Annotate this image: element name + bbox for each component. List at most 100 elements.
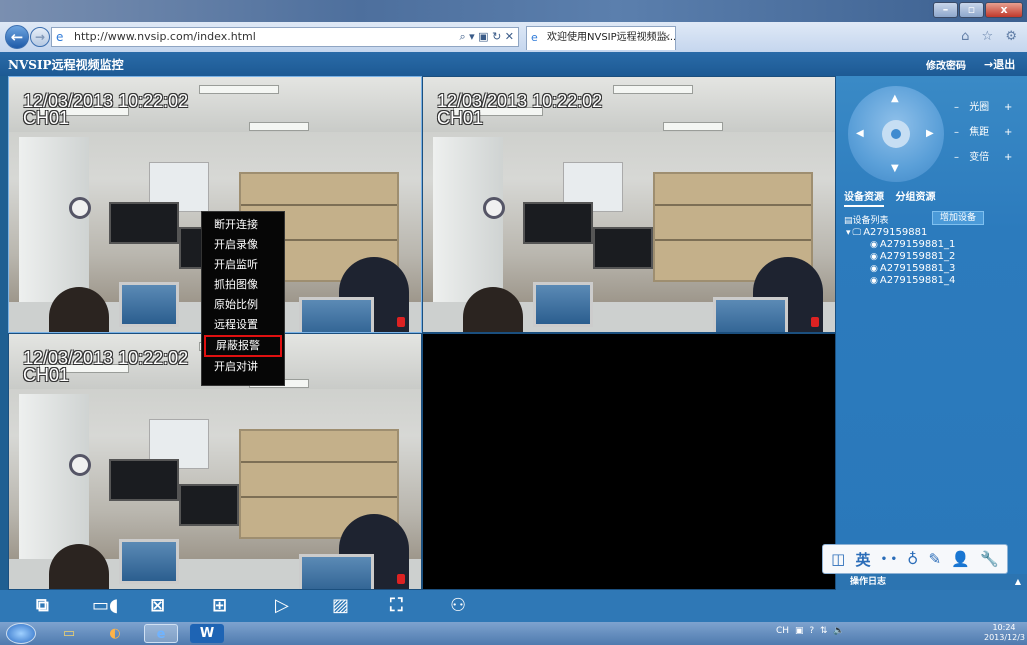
close-window-button[interactable]: x — [985, 2, 1023, 18]
tab-close-icon[interactable]: × — [663, 27, 671, 49]
logout-icon: → — [984, 58, 994, 71]
zoom-minus-button[interactable]: – — [954, 152, 966, 163]
logout-label: 退出 — [993, 58, 1016, 71]
minimize-button[interactable]: – — [933, 2, 958, 18]
system-clock[interactable]: 10:24 2013/12/3 — [984, 623, 1025, 643]
menu-item-start-listening[interactable]: 开启监听 — [202, 255, 284, 275]
layout-icon[interactable]: ⊞ — [212, 595, 227, 617]
screenshot-icon[interactable]: ◫ — [831, 550, 845, 568]
forward-button[interactable]: → — [30, 27, 50, 47]
device-name: A279159881 — [863, 227, 928, 238]
tab-device-resources[interactable]: 设备资源 — [844, 192, 884, 207]
user-icon[interactable]: 👤 — [951, 550, 970, 568]
maximize-button[interactable]: ▫ — [959, 2, 984, 18]
group-icon[interactable]: ⚇ — [450, 595, 466, 617]
dots-icon[interactable]: • • — [881, 554, 897, 565]
channel-name: A279159881_2 — [879, 251, 956, 262]
app-header: NVSIP远程视频监控 修改密码 →退出 — [0, 52, 1027, 76]
ptz-zoom-row: – 变倍 + — [954, 148, 1012, 163]
mic-icon[interactable]: ♁ — [907, 550, 918, 568]
tree-channel-node[interactable]: ◉ A279159881_3 — [846, 263, 955, 275]
fullscreen-icon[interactable]: ⛶ — [390, 595, 403, 617]
expand-up-icon[interactable]: ▲ — [1015, 574, 1021, 590]
wrench-icon[interactable]: 🔧 — [980, 550, 999, 568]
ptz-right-arrow-icon[interactable]: ▶ — [926, 129, 934, 139]
back-button[interactable]: ← — [5, 25, 29, 49]
focus-plus-button[interactable]: + — [1000, 127, 1012, 138]
tree-channel-node[interactable]: ◉ A279159881_4 — [846, 275, 955, 287]
menu-item-start-intercom[interactable]: 开启对讲 — [202, 357, 284, 377]
address-bar[interactable]: e http://www.nvsip.com/index.html ⌕ ▾ ▣ … — [51, 27, 519, 47]
tray-icon[interactable]: ▣ — [795, 626, 804, 636]
video-osd: 12/03/2013 10:22:02 CH01 — [437, 92, 602, 127]
zoom-plus-button[interactable]: + — [1000, 152, 1012, 163]
menu-item-snapshot[interactable]: 抓拍图像 — [202, 275, 284, 295]
floating-toolbox: ◫ 英 • • ♁ ✎ 👤 🔧 — [822, 544, 1008, 574]
app-taskbar-icon[interactable]: W — [190, 624, 224, 643]
video-cell-4[interactable] — [422, 333, 836, 590]
start-button[interactable] — [6, 623, 36, 644]
ptz-down-arrow-icon[interactable]: ▼ — [891, 164, 899, 174]
network-tray-icon[interactable]: ⇅ — [820, 626, 828, 636]
device-icon: 🖵 — [852, 228, 862, 238]
image-icon[interactable]: ▨ — [332, 595, 349, 617]
operation-log-label: 操作日志 — [850, 577, 887, 587]
folder-icon[interactable]: ▭ — [52, 624, 86, 643]
tree-channel-node[interactable]: ◉ A279159881_1 — [846, 239, 955, 251]
collapse-icon[interactable]: ▾ — [846, 228, 851, 239]
resource-tabs: 设备资源 分组资源 — [844, 188, 943, 207]
camera-icon: ◉ — [870, 240, 878, 250]
ptz-focus-row: – 焦距 + — [954, 123, 1012, 138]
ime-icon[interactable]: 英 — [856, 549, 871, 570]
ptz-joystick[interactable]: ▲ ▼ ◀ ▶ — [848, 86, 944, 182]
change-password-link[interactable]: 修改密码 — [926, 57, 966, 72]
ie-tab-icon: e — [531, 31, 538, 44]
tree-device-node[interactable]: ▾ 🖵 A279159881 — [846, 227, 955, 239]
add-device-button[interactable]: 增加设备 — [932, 211, 984, 225]
menu-item-disconnect[interactable]: 断开连接 — [202, 215, 284, 235]
iris-plus-button[interactable]: + — [1000, 102, 1012, 113]
video-cell-2[interactable]: 12/03/2013 10:22:02 CH01 — [422, 76, 836, 333]
record-icon[interactable]: ▭◖ — [92, 595, 119, 617]
right-panel: ▲ ▼ ◀ ▶ – 光圈 + – 焦距 + – 变倍 + 设备资源 分组资源 ▤… — [836, 76, 1027, 590]
bottom-toolbar: ⧉ ▭◖ ⊠ ⊞ ▷ ▨ ⛶ ⚇ — [0, 590, 1027, 622]
iris-minus-button[interactable]: – — [954, 102, 966, 113]
close-video-icon[interactable]: ⊠ — [150, 595, 165, 617]
ptz-iris-row: – 光圈 + — [954, 98, 1012, 113]
ptz-up-arrow-icon[interactable]: ▲ — [891, 94, 899, 104]
ie-taskbar-icon[interactable]: e — [144, 624, 178, 643]
edit-icon[interactable]: ✎ — [928, 550, 941, 568]
device-list-text: 设备列表 — [852, 216, 889, 226]
window-title-bar: – ▫ x — [0, 0, 1027, 22]
browser-right-icons[interactable]: ⌂ ☆ ⚙ — [961, 29, 1021, 44]
help-tray-icon[interactable]: ? — [809, 626, 814, 636]
tree-channel-node[interactable]: ◉ A279159881_2 — [846, 251, 955, 263]
video-channel: CH01 — [23, 108, 70, 128]
browser-address-row: ← → e http://www.nvsip.com/index.html ⌕ … — [0, 22, 1027, 52]
app-title: NVSIP远程视频监控 — [8, 58, 124, 72]
context-menu: 断开连接 开启录像 开启监听 抓拍图像 原始比例 远程设置 屏蔽报警 开启对讲 — [201, 211, 285, 386]
address-controls[interactable]: ⌕ ▾ ▣ ↻ ✕ — [460, 28, 515, 46]
media-player-icon[interactable]: ◐ — [98, 624, 132, 643]
browser-tab[interactable]: e 欢迎使用NVSIP远程视频监... × — [526, 26, 676, 50]
logout-button[interactable]: →退出 — [984, 56, 1015, 72]
ptz-left-arrow-icon[interactable]: ◀ — [856, 129, 864, 139]
play-icon[interactable]: ▷ — [275, 595, 289, 617]
tab-group-resources[interactable]: 分组资源 — [895, 192, 935, 203]
video-grid: 12/03/2013 10:22:02 CH01 12/03/2013 10:2… — [8, 76, 836, 590]
operation-log-bar[interactable]: 操作日志 ▲ — [836, 574, 1027, 590]
ime-tray-icon[interactable]: CH — [776, 626, 789, 636]
close-all-icon[interactable]: ⧉ — [36, 595, 49, 617]
menu-item-mask-alarm[interactable]: 屏蔽报警 — [204, 335, 282, 357]
tab-title: 欢迎使用NVSIP远程视频监... — [547, 32, 676, 43]
menu-item-original-ratio[interactable]: 原始比例 — [202, 295, 284, 315]
device-list-label: ▤设备列表 — [844, 213, 889, 226]
url-text: http://www.nvsip.com/index.html — [74, 30, 256, 43]
menu-item-remote-settings[interactable]: 远程设置 — [202, 315, 284, 335]
focus-minus-button[interactable]: – — [954, 127, 966, 138]
ie-page-icon: e — [56, 30, 64, 44]
volume-tray-icon[interactable]: 🔈 — [833, 626, 844, 636]
menu-item-start-recording[interactable]: 开启录像 — [202, 235, 284, 255]
system-tray: CH ▣ ? ⇅ 🔈 — [776, 626, 848, 636]
ptz-center-button[interactable] — [882, 120, 910, 148]
